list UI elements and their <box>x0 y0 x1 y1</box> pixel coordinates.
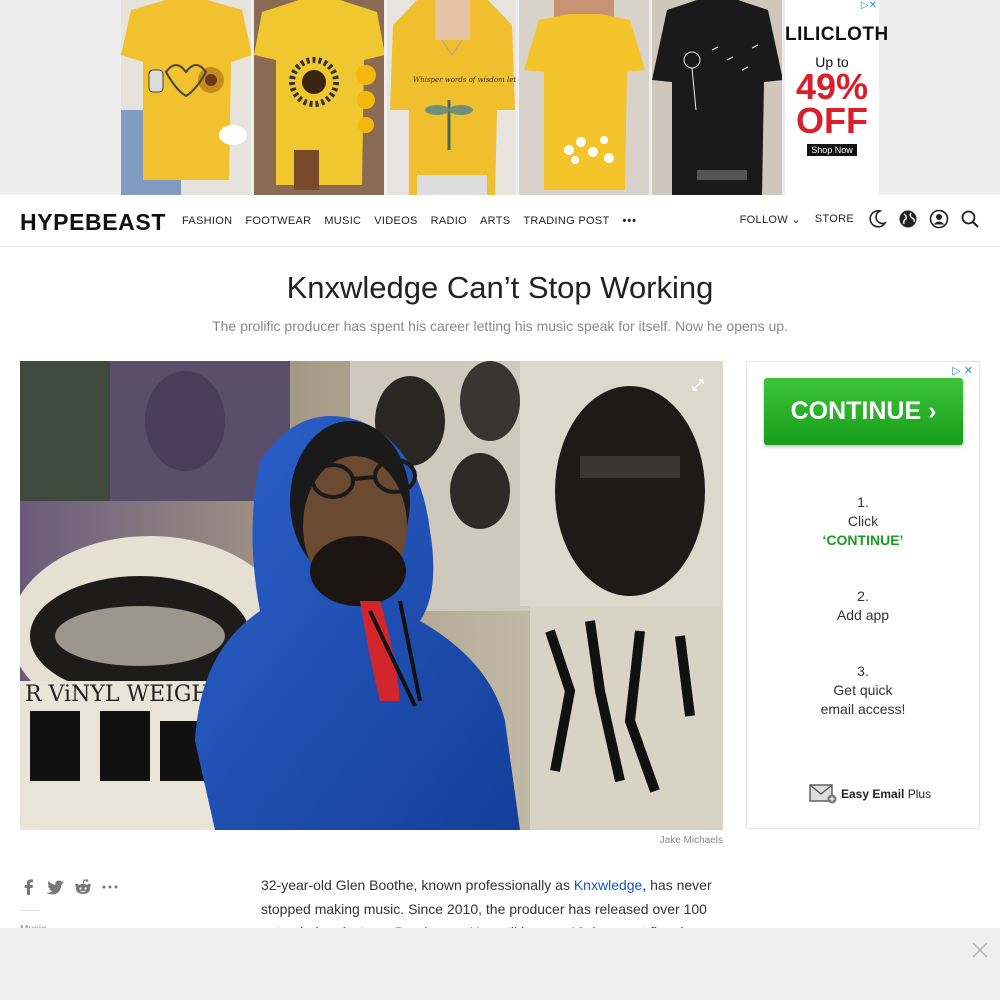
ad-brand-logo: Easy Email Plus <box>809 784 931 804</box>
main-navbar: HYPEBEAST FASHION FOOTWEAR MUSIC VIDEOS … <box>0 195 1000 247</box>
ad-brand-name: LILICLOTH <box>784 24 889 45</box>
ad-shirt-image[interactable] <box>253 0 384 195</box>
nav-more-icon[interactable]: ••• <box>622 215 637 227</box>
user-icon[interactable] <box>929 209 949 229</box>
store-link[interactable]: STORE <box>815 213 854 225</box>
moon-icon[interactable] <box>867 209 887 229</box>
top-banner-ad[interactable]: Whisper words of wisdom let it be <box>0 0 1000 195</box>
article-title: Knxwledge Can’t Stop Working <box>286 270 714 305</box>
ad-shirt-image[interactable] <box>519 0 650 195</box>
envelope-icon <box>809 784 837 804</box>
nav-link-fashion[interactable]: FASHION <box>182 215 232 227</box>
nav-link-trading-post[interactable]: TRADING POST <box>523 215 609 227</box>
ad-choices-icon[interactable]: ▷✕ <box>858 0 879 11</box>
globe-icon[interactable] <box>898 209 918 229</box>
artist-link[interactable]: Knxwledge <box>574 877 643 893</box>
share-divider <box>20 910 40 911</box>
more-icon[interactable] <box>101 878 119 896</box>
article-subtitle: The prolific producer has spent his care… <box>212 318 788 334</box>
nav-link-videos[interactable]: VIDEOS <box>374 215 417 227</box>
close-icon[interactable] <box>970 940 990 960</box>
share-bar <box>20 878 128 896</box>
shirt-slogan: Whisper words of wisdom let it be <box>413 76 517 84</box>
body-text: 32-year-old Glen Boothe, known professio… <box>261 877 574 893</box>
sidebar-ad[interactable]: ▷ ✕ CONTINUE › 1. Click ‘CONTINUE’ 2. Ad… <box>746 361 980 829</box>
ad-step-2: 2. Add app <box>747 587 979 625</box>
ad-shirt-image[interactable] <box>652 0 782 195</box>
step-text: email access! <box>820 701 906 717</box>
ad-off-text: OFF <box>795 100 868 141</box>
step-number: 2. <box>857 588 869 604</box>
bottom-sticky-ad[interactable] <box>0 928 1000 1000</box>
nav-right: FOLLOW ⌄ STORE <box>740 209 980 229</box>
reddit-icon[interactable] <box>74 878 92 896</box>
brand-rest: Plus <box>907 787 932 801</box>
step-highlight: ‘CONTINUE’ <box>822 532 904 548</box>
chevron-down-icon: ⌄ <box>791 213 801 226</box>
facebook-icon[interactable] <box>20 878 38 896</box>
search-icon[interactable] <box>960 209 980 229</box>
brand-bold: Easy Email <box>841 787 905 801</box>
ad-step-1: 1. Click ‘CONTINUE’ <box>747 493 979 550</box>
continue-label: CONTINUE <box>790 397 922 425</box>
step-text: Add app <box>836 607 890 623</box>
ad-brand-panel[interactable]: LILICLOTH Up to 49% OFF Shop Now ▷✕ <box>784 0 889 195</box>
step-text: Click <box>847 513 879 529</box>
ad-shirt-image[interactable] <box>121 0 251 195</box>
step-number: 1. <box>857 494 869 510</box>
nav-link-music[interactable]: MUSIC <box>324 215 361 227</box>
ad-continue-button[interactable]: CONTINUE › <box>764 378 963 445</box>
ad-shirt-image[interactable]: Whisper words of wisdom let it be <box>386 0 517 195</box>
svg-text:R ViNYL WEIGH: R ViNYL WEIGH <box>25 682 211 707</box>
step-text: Get quick <box>833 682 893 698</box>
ad-shop-now-button[interactable]: Shop Now <box>807 144 857 156</box>
nav-link-radio[interactable]: RADIO <box>431 215 467 227</box>
photo-credit: Jake Michaels <box>659 835 723 846</box>
follow-label: FOLLOW <box>739 213 788 226</box>
ad-choices-icon[interactable]: ▷ ✕ <box>952 364 973 377</box>
chevron-right-icon: › <box>928 397 937 425</box>
expand-icon[interactable] <box>692 379 704 391</box>
twitter-icon[interactable] <box>47 878 65 896</box>
nav-link-footwear[interactable]: FOOTWEAR <box>245 215 311 227</box>
step-number: 3. <box>857 663 869 679</box>
ad-step-3: 3. Get quick email access! <box>747 662 979 719</box>
nav-link-arts[interactable]: ARTS <box>480 215 510 227</box>
follow-dropdown[interactable]: FOLLOW ⌄ <box>740 213 801 226</box>
site-logo[interactable]: HYPEBEAST <box>20 209 166 236</box>
hero-image[interactable]: R ViNYL WEIGH <box>20 361 723 830</box>
nav-links: FASHION FOOTWEAR MUSIC VIDEOS RADIO ARTS… <box>182 215 650 227</box>
ad-discount-percent: 49% <box>795 66 869 107</box>
